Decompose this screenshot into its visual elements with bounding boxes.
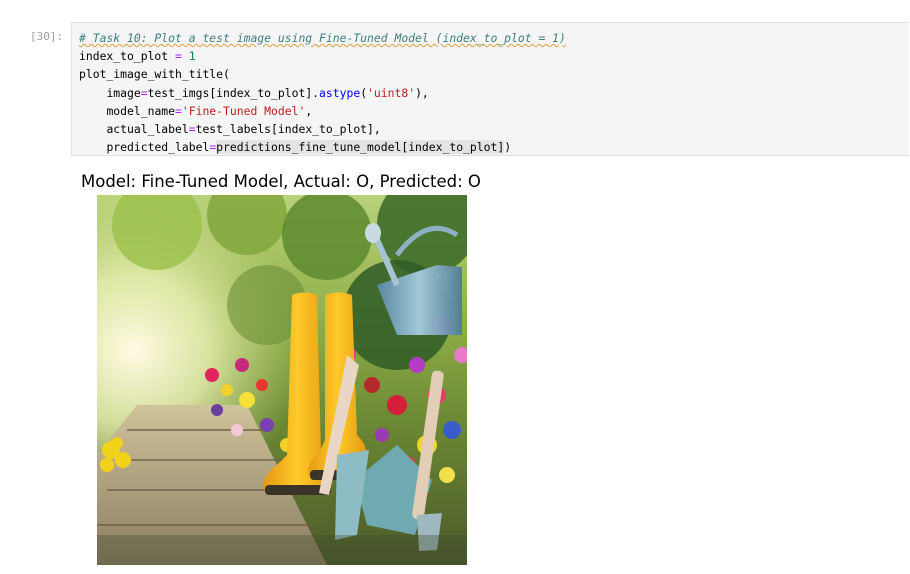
code-line-5: model_name='Fine-Tuned Model', xyxy=(79,102,566,120)
code-operator: = xyxy=(140,85,148,100)
code-keyword-arg: image xyxy=(106,85,141,100)
code-punct: , xyxy=(305,103,313,118)
code-keyword-arg: actual_label xyxy=(106,121,189,136)
output-plot-title: Model: Fine-Tuned Model, Actual: O, Pred… xyxy=(81,172,481,191)
cell-execution-count: [30]: xyxy=(30,30,64,43)
code-line-4: image=test_imgs[index_to_plot].astype('u… xyxy=(79,84,566,102)
code-expression-highlighted: predictions_fine_tune_model[index_to_plo… xyxy=(216,140,505,155)
code-editor[interactable]: # Task 10: Plot a test image using Fine-… xyxy=(79,29,566,156)
code-expression: test_imgs[index_to_plot]. xyxy=(147,85,320,100)
code-expression: test_labels[index_to_plot], xyxy=(195,121,381,136)
code-keyword-arg: predicted_label xyxy=(106,140,210,155)
code-call: plot_image_with_title( xyxy=(79,67,230,82)
code-line-7: predicted_label=predictions_fine_tune_mo… xyxy=(79,138,566,156)
code-cell[interactable]: # Task 10: Plot a test image using Fine-… xyxy=(71,22,909,156)
code-string: 'Fine-Tuned Model' xyxy=(181,103,306,118)
code-punct: ), xyxy=(415,85,429,100)
garden-photo-image xyxy=(97,195,467,565)
code-line-3: plot_image_with_title( xyxy=(79,65,566,83)
code-method: astype xyxy=(319,85,361,100)
code-string: 'uint8' xyxy=(367,85,416,100)
code-comment: # Task 10: Plot a test image using Fine-… xyxy=(79,31,566,45)
code-keyword-arg: model_name xyxy=(106,103,176,118)
code-operator: = xyxy=(175,103,182,118)
code-number: 1 xyxy=(188,49,196,64)
code-operator: = xyxy=(168,49,189,64)
code-variable: index_to_plot xyxy=(79,49,169,64)
code-line-6: actual_label=test_labels[index_to_plot], xyxy=(79,120,566,138)
code-line-2: index_to_plot = 1 xyxy=(79,47,566,65)
output-image xyxy=(97,195,467,565)
code-line-1: # Task 10: Plot a test image using Fine-… xyxy=(79,29,566,47)
code-punct: ) xyxy=(504,140,512,155)
code-operator: = xyxy=(188,121,196,136)
